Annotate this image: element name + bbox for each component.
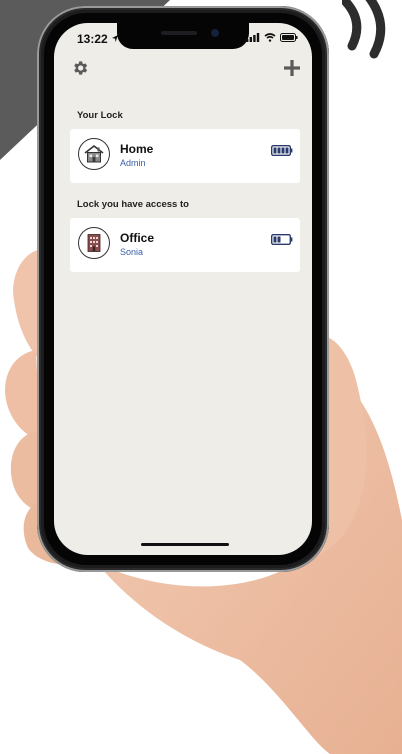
section-title-shared-locks: Lock you have access to [77,199,189,210]
section-title-your-lock: Your Lock [77,110,123,121]
lock-card-office[interactable]: Office Sonia [70,218,300,272]
lock-card-home[interactable]: Home Admin [70,129,300,183]
phone-notch [117,23,249,49]
front-camera [211,29,219,37]
phone-frame: 13:22 Your Lock Home Admin Lock you have… [37,6,329,572]
status-time: 13:22 [77,32,108,46]
battery-status-icon [280,33,298,42]
speaker-grille [161,31,197,35]
wifi-icon [264,33,276,42]
add-lock-button[interactable] [282,58,302,78]
lock-avatar [78,227,110,259]
battery-full-icon [271,145,293,156]
lock-name: Home [120,142,154,156]
location-arrow-icon [112,35,118,42]
status-icons [246,33,298,42]
lock-role: Sonia [120,247,144,257]
house-icon [84,144,103,162]
lock-avatar [78,138,110,170]
lock-role: Admin [120,158,146,168]
phone-screen: 13:22 Your Lock Home Admin Lock you have… [54,23,312,555]
home-indicator[interactable] [141,543,229,546]
cellular-signal-icon [246,33,260,42]
battery-half-icon [271,234,293,245]
lock-name: Office [120,231,155,245]
gear-icon[interactable] [71,59,89,77]
office-building-icon [87,233,100,252]
